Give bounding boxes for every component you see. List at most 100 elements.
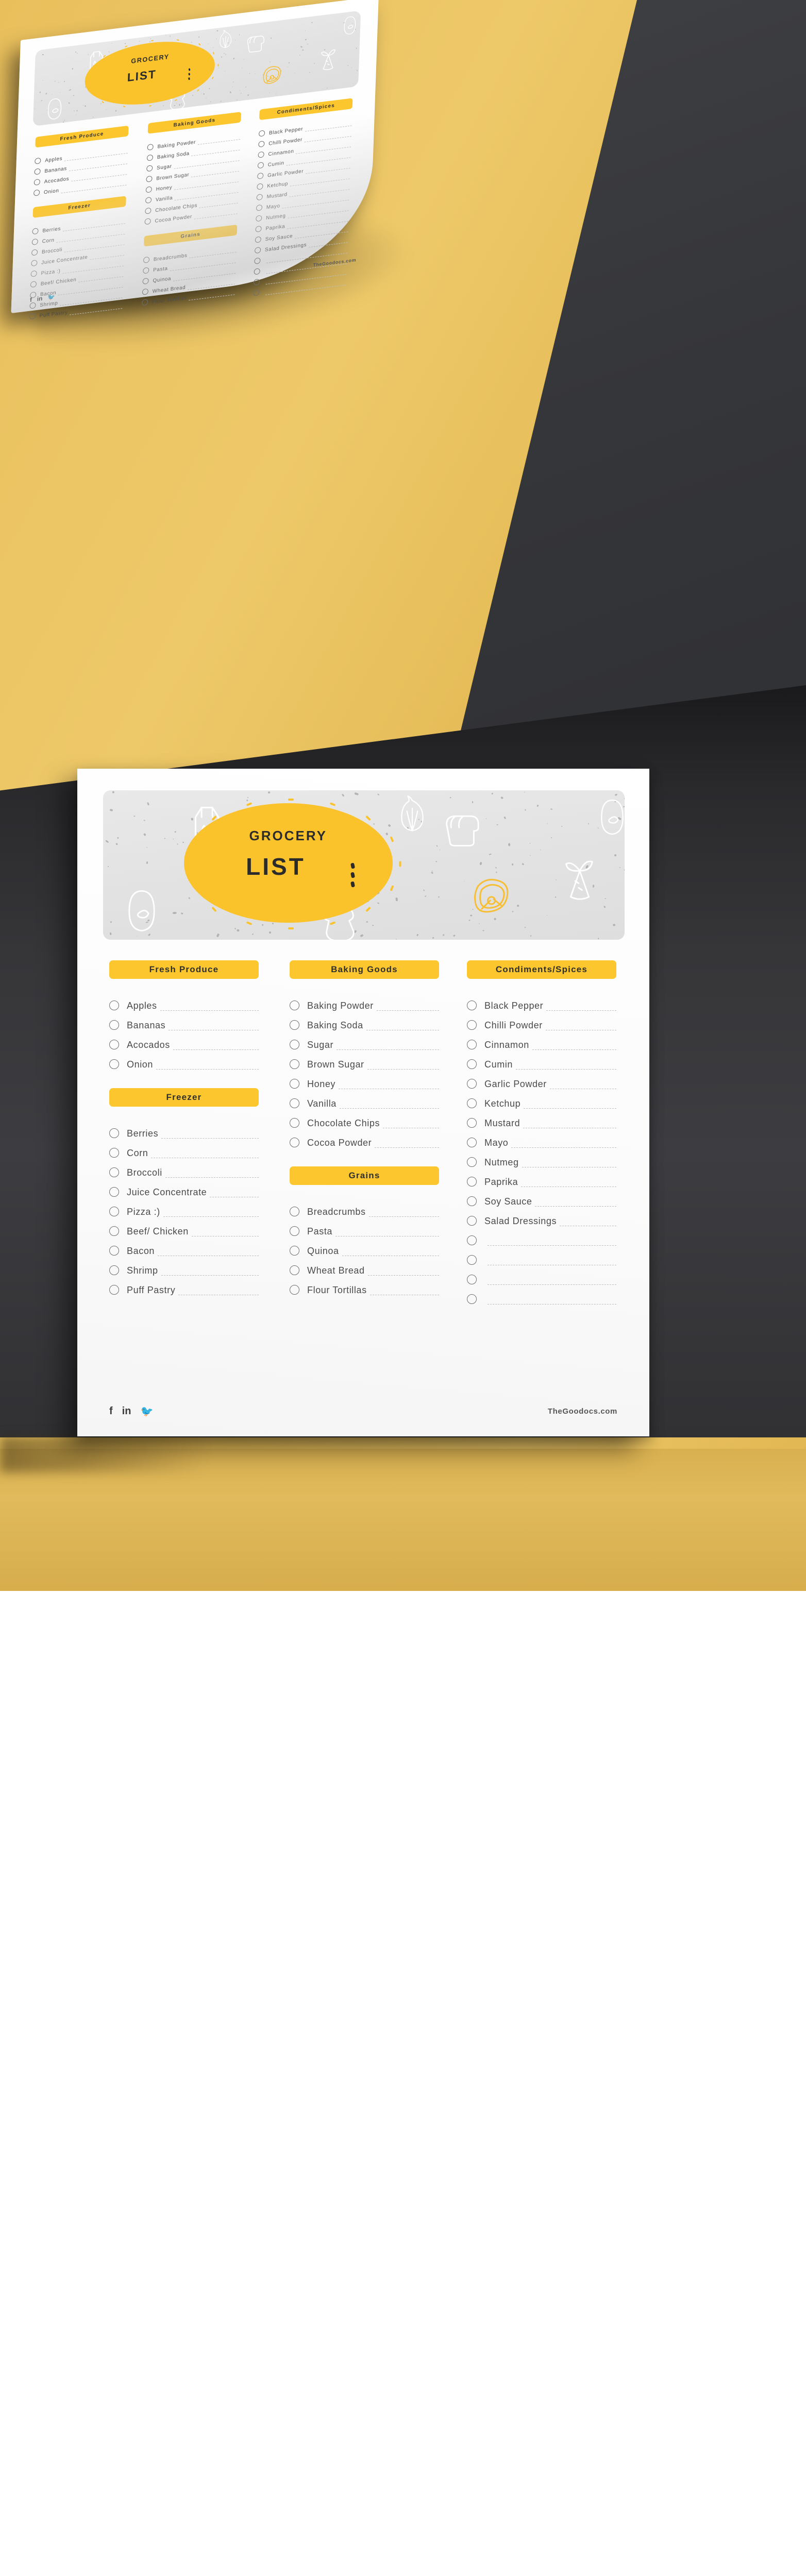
checkbox-circle-icon[interactable]: [467, 1138, 477, 1147]
checklist-row[interactable]: Pizza :): [109, 1198, 259, 1218]
site-link[interactable]: TheGoodocs.com: [548, 1407, 617, 1416]
checkbox-circle-icon[interactable]: [31, 270, 37, 277]
checklist-row[interactable]: Acocados: [109, 1031, 259, 1051]
checkbox-circle-icon[interactable]: [467, 1235, 477, 1245]
write-in-line[interactable]: [375, 1147, 439, 1148]
checkbox-circle-icon[interactable]: [467, 1001, 477, 1010]
checkbox-circle-icon[interactable]: [109, 1285, 119, 1295]
checkbox-circle-icon[interactable]: [257, 173, 263, 179]
write-in-line[interactable]: [165, 1177, 259, 1178]
checkbox-circle-icon[interactable]: [257, 194, 263, 200]
checkbox-circle-icon[interactable]: [145, 197, 152, 204]
checkbox-circle-icon[interactable]: [258, 151, 264, 158]
checklist-row[interactable]: Paprika: [467, 1168, 616, 1188]
checkbox-circle-icon[interactable]: [109, 1265, 119, 1275]
write-in-line[interactable]: [488, 1284, 616, 1285]
checkbox-circle-icon[interactable]: [467, 1216, 477, 1226]
checkbox-circle-icon[interactable]: [30, 281, 37, 287]
checkbox-circle-icon[interactable]: [467, 1275, 477, 1284]
checkbox-circle-icon[interactable]: [290, 1285, 299, 1295]
checkbox-circle-icon[interactable]: [109, 1001, 119, 1010]
checkbox-circle-icon[interactable]: [467, 1177, 477, 1187]
checklist-row[interactable]: Breadcrumbs: [290, 1198, 439, 1218]
checkbox-circle-icon[interactable]: [32, 228, 38, 234]
checkbox-circle-icon[interactable]: [467, 1059, 477, 1069]
write-in-line[interactable]: [546, 1010, 616, 1011]
checkbox-circle-icon[interactable]: [290, 1226, 299, 1236]
checklist-row[interactable]: Mayo: [467, 1129, 616, 1149]
checkbox-circle-icon[interactable]: [254, 279, 260, 285]
write-in-line[interactable]: [516, 1069, 616, 1070]
checkbox-circle-icon[interactable]: [255, 226, 261, 232]
checklist-row[interactable]: Salad Dressings: [467, 1208, 616, 1227]
checkbox-circle-icon[interactable]: [290, 1138, 299, 1147]
checklist-row[interactable]: Cumin: [467, 1051, 616, 1071]
checklist-row[interactable]: Bacon: [109, 1238, 259, 1257]
checkbox-circle-icon[interactable]: [144, 218, 150, 225]
checkbox-circle-icon[interactable]: [258, 141, 264, 147]
checklist-row[interactable]: Juice Concentrate: [109, 1179, 259, 1198]
checkbox-circle-icon[interactable]: [467, 1157, 477, 1167]
checkbox-circle-icon[interactable]: [467, 1294, 477, 1304]
checkbox-circle-icon[interactable]: [467, 1079, 477, 1089]
checklist-row[interactable]: Garlic Powder: [467, 1071, 616, 1090]
checkbox-circle-icon[interactable]: [467, 1255, 477, 1265]
checkbox-circle-icon[interactable]: [146, 176, 152, 182]
linkedin-icon[interactable]: in: [122, 1405, 131, 1417]
checklist-row[interactable]: Honey: [290, 1071, 439, 1090]
write-in-line[interactable]: [532, 1049, 616, 1050]
checklist-row[interactable]: Soy Sauce: [467, 1188, 616, 1208]
checkbox-circle-icon[interactable]: [467, 1020, 477, 1030]
checkbox-circle-icon[interactable]: [32, 239, 38, 245]
checkbox-circle-icon[interactable]: [109, 1020, 119, 1030]
checkbox-circle-icon[interactable]: [109, 1148, 119, 1158]
checkbox-circle-icon[interactable]: [146, 165, 153, 172]
checkbox-circle-icon[interactable]: [290, 1118, 299, 1128]
checkbox-circle-icon[interactable]: [147, 144, 154, 150]
write-in-line[interactable]: [160, 1010, 259, 1011]
checkbox-circle-icon[interactable]: [259, 130, 265, 137]
checklist-row[interactable]: Quinoa: [290, 1238, 439, 1257]
write-in-line[interactable]: [156, 1069, 259, 1070]
write-in-line[interactable]: [368, 1275, 439, 1276]
checkbox-circle-icon[interactable]: [109, 1040, 119, 1049]
checkbox-circle-icon[interactable]: [290, 1246, 299, 1256]
checkbox-circle-icon[interactable]: [290, 1059, 299, 1069]
checklist-row[interactable]: [467, 1266, 616, 1286]
checklist-row[interactable]: [467, 1227, 616, 1247]
write-in-line[interactable]: [61, 185, 126, 194]
checklist-row[interactable]: Cinnamon: [467, 1031, 616, 1051]
write-in-line[interactable]: [173, 1049, 259, 1050]
checklist-row[interactable]: Baking Soda: [290, 1012, 439, 1031]
checklist-row[interactable]: Baking Powder: [290, 992, 439, 1012]
write-in-line[interactable]: [163, 1216, 259, 1217]
checklist-row[interactable]: Bananas: [109, 1012, 259, 1031]
checklist-row[interactable]: Chilli Powder: [467, 1012, 616, 1031]
checkbox-circle-icon[interactable]: [31, 249, 38, 256]
linkedin-icon[interactable]: in: [37, 295, 43, 302]
checkbox-circle-icon[interactable]: [467, 1196, 477, 1206]
checkbox-circle-icon[interactable]: [143, 267, 149, 274]
checkbox-circle-icon[interactable]: [109, 1128, 119, 1138]
write-in-line[interactable]: [340, 1108, 439, 1109]
checkbox-circle-icon[interactable]: [256, 215, 262, 222]
checklist-row[interactable]: Puff Pastry: [109, 1277, 259, 1296]
checkbox-circle-icon[interactable]: [290, 1265, 299, 1275]
checklist-row[interactable]: Shrimp: [109, 1257, 259, 1277]
checkbox-circle-icon[interactable]: [147, 155, 153, 161]
checkbox-circle-icon[interactable]: [290, 1098, 299, 1108]
checkbox-circle-icon[interactable]: [29, 313, 36, 319]
write-in-line[interactable]: [161, 1138, 259, 1139]
checklist-row[interactable]: Vanilla: [290, 1090, 439, 1110]
checklist-row[interactable]: Ketchup: [467, 1090, 616, 1110]
checklist-row[interactable]: Broccoli: [109, 1159, 259, 1179]
write-in-line[interactable]: [511, 1147, 616, 1148]
checkbox-circle-icon[interactable]: [290, 1020, 299, 1030]
write-in-line[interactable]: [194, 213, 238, 219]
twitter-icon[interactable]: 🐦: [47, 293, 55, 301]
checkbox-circle-icon[interactable]: [258, 162, 264, 168]
checklist-row[interactable]: Apples: [109, 992, 259, 1012]
checkbox-circle-icon[interactable]: [35, 158, 41, 164]
checkbox-circle-icon[interactable]: [109, 1226, 119, 1236]
write-in-line[interactable]: [337, 1049, 439, 1050]
